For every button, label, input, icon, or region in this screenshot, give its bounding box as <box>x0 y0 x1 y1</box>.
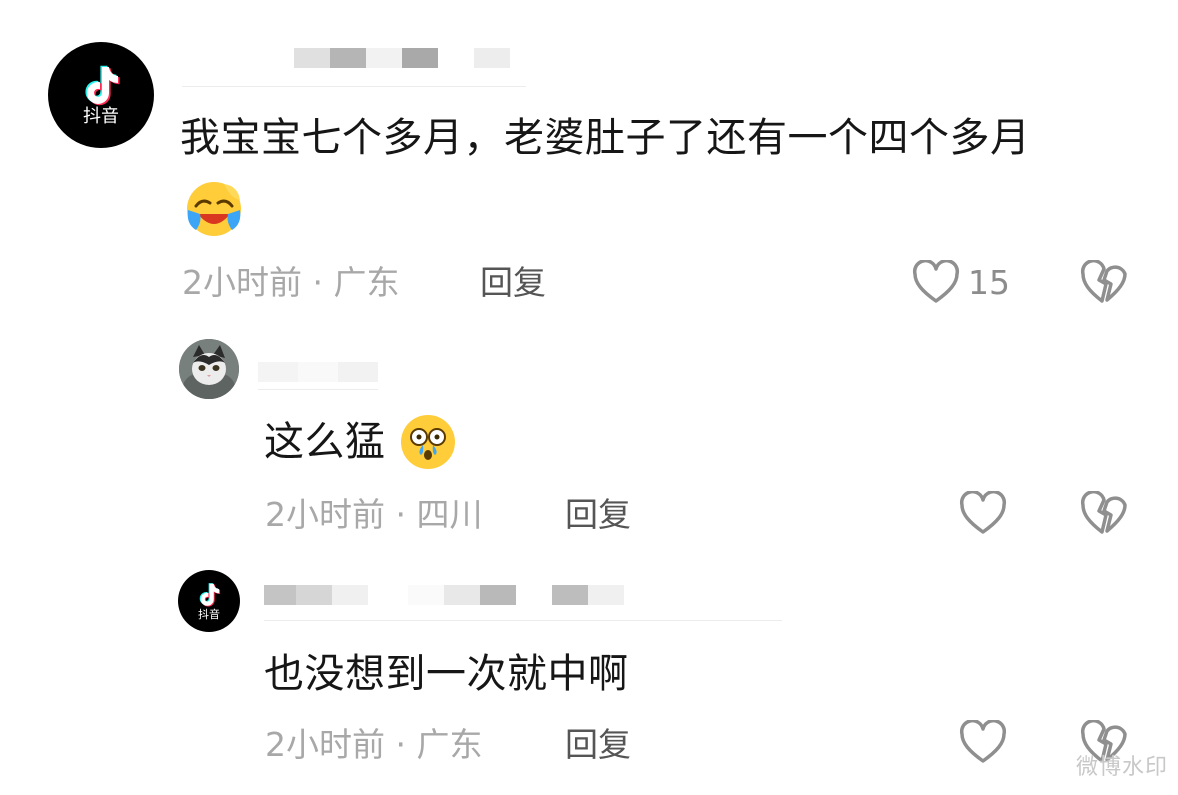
broken-heart-icon[interactable] <box>1080 260 1128 306</box>
comment-1-username-blurred[interactable] <box>294 48 510 68</box>
comment-3-username-underline <box>264 620 782 621</box>
heart-outline-icon[interactable] <box>959 720 1007 766</box>
douyin-logo-text: 抖音 <box>198 608 220 621</box>
comment-2-text: 这么猛 <box>264 419 386 465</box>
comment-1-reply-button[interactable]: 回复 <box>480 266 546 299</box>
shocked-emoji <box>401 415 455 469</box>
comment-3-username-blurred[interactable] <box>264 585 624 605</box>
comment-1-avatar[interactable]: 抖音 <box>48 42 154 148</box>
watermark: 微博水印 <box>1075 755 1168 780</box>
comment-2-reply-button[interactable]: 回复 <box>565 498 631 531</box>
comment-1-meta: 2小时前 · 广东 <box>182 263 400 302</box>
comment-3-reply-button[interactable]: 回复 <box>565 728 631 761</box>
comment-2-avatar[interactable] <box>179 339 239 399</box>
comment-1-like-count: 15 <box>968 263 1010 302</box>
comment-1-text: 我宝宝七个多月，老婆肚子了还有一个四个多月 <box>180 115 1031 161</box>
comment-1-username-underline <box>182 86 526 87</box>
douyin-logo-icon <box>85 65 120 106</box>
comment-2-meta: 2小时前 · 四川 <box>265 495 483 534</box>
comment-3-text: 也没想到一次就中啊 <box>264 651 629 697</box>
comment-3-meta: 2小时前 · 广东 <box>265 725 483 764</box>
comment-3-avatar[interactable]: 抖音 <box>178 570 240 632</box>
douyin-logo-icon <box>199 583 221 607</box>
comment-2-username-underline <box>258 389 378 390</box>
laughing-crying-emoji <box>187 182 241 236</box>
cat-photo-icon <box>179 339 239 399</box>
heart-outline-icon[interactable] <box>912 260 960 306</box>
comment-2-username-blurred[interactable] <box>258 362 378 382</box>
heart-outline-icon[interactable] <box>959 491 1007 537</box>
broken-heart-icon[interactable] <box>1080 491 1128 537</box>
douyin-logo-text: 抖音 <box>83 106 119 127</box>
